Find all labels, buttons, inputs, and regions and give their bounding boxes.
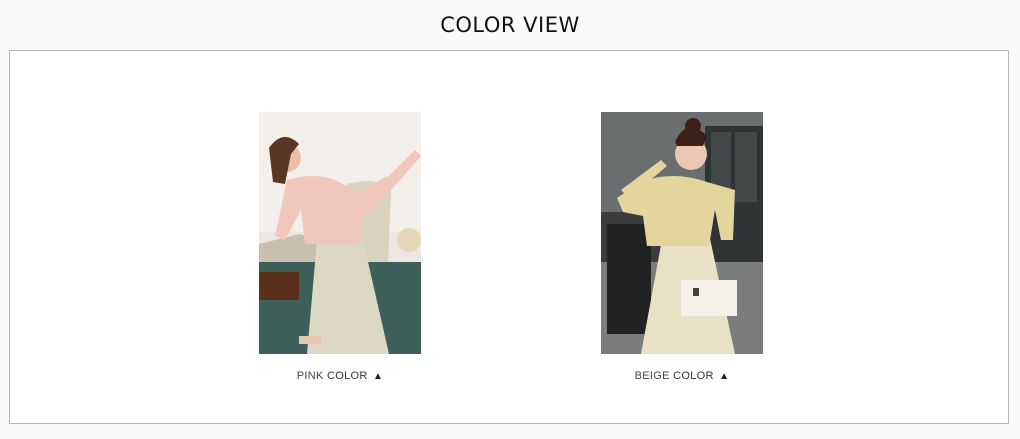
color-view-panel: PINK COLOR ▲ BEIGE COLOR ▲	[9, 50, 1009, 424]
color-caption-beige[interactable]: BEIGE COLOR ▲	[601, 370, 763, 382]
triangle-up-icon: ▲	[373, 371, 384, 382]
color-name-beige: BEIGE	[634, 370, 670, 382]
page-title: COLOR VIEW	[440, 13, 580, 37]
color-name-pink: PINK	[296, 370, 324, 382]
product-photo-pink[interactable]	[259, 112, 421, 354]
color-card-beige[interactable]: BEIGE COLOR ▲	[601, 112, 763, 382]
product-photo-beige[interactable]	[601, 112, 763, 354]
color-suffix-pink: COLOR	[327, 370, 368, 382]
triangle-up-icon: ▲	[719, 371, 730, 382]
color-caption-pink[interactable]: PINK COLOR ▲	[259, 370, 421, 382]
color-card-pink[interactable]: PINK COLOR ▲	[259, 112, 421, 382]
color-suffix-beige: COLOR	[673, 370, 714, 382]
